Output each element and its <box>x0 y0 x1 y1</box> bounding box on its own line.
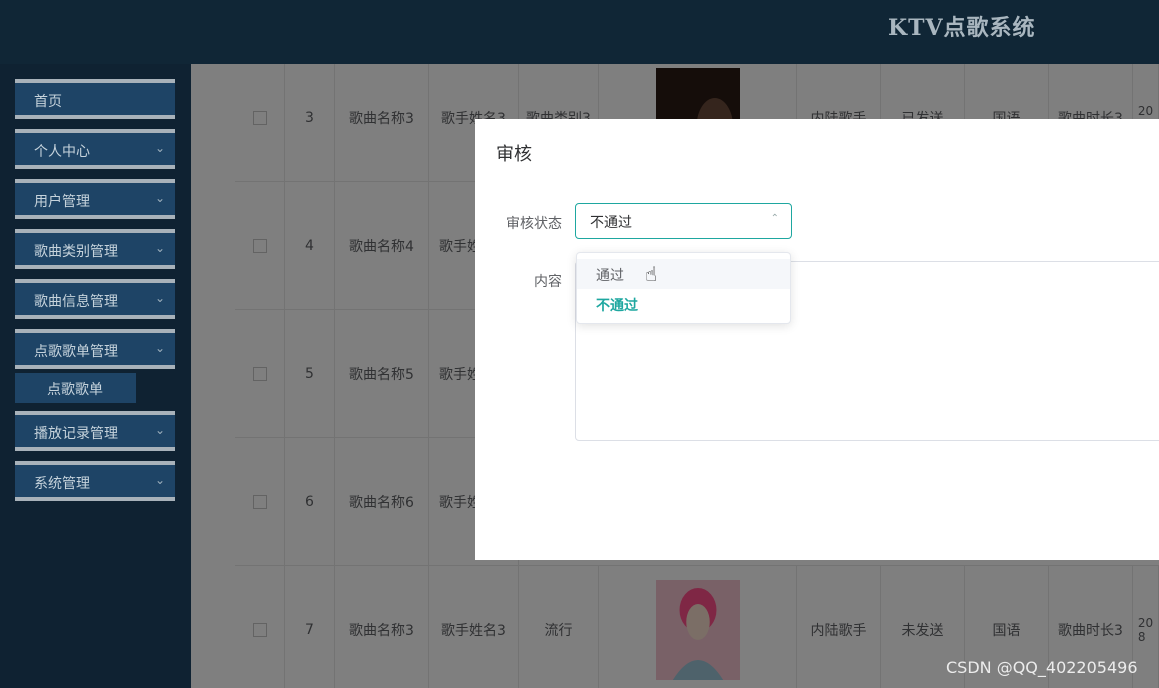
chevron-down-icon: ⌄ <box>154 141 165 155</box>
sidebar-item-label: 系统管理 <box>34 476 90 492</box>
option-fail[interactable]: 不通过 <box>577 289 790 319</box>
sidebar-item-system-management[interactable]: 系统管理 ⌄ <box>15 461 175 501</box>
option-label: 不通过 <box>596 298 638 314</box>
content-label: 内容 <box>534 274 562 290</box>
app-title: KTV点歌系统 <box>888 15 1036 41</box>
sidebar-subitem-playlist[interactable]: 点歌歌单 <box>15 373 136 403</box>
sidebar-item-personal-center[interactable]: 个人中心 ⌄ <box>15 129 175 169</box>
chevron-down-icon: ⌄ <box>154 191 165 205</box>
status-dropdown: 通过 不通过 <box>576 252 791 324</box>
dialog-title: 审核 <box>496 144 532 165</box>
sidebar-item-label: 用户管理 <box>34 194 90 210</box>
option-pass[interactable]: 通过 <box>577 259 790 289</box>
sidebar-item-label: 点歌歌单管理 <box>34 344 118 360</box>
hand-cursor-icon: ☝ <box>645 262 658 286</box>
sidebar-subitem-label: 点歌歌单 <box>47 382 103 398</box>
review-status-select[interactable]: 不通过 ⌃ <box>575 203 792 239</box>
sidebar-item-playlist-management[interactable]: 点歌歌单管理 ⌄ <box>15 329 175 369</box>
sidebar-item-label: 歌曲类别管理 <box>34 244 118 260</box>
sidebar-item-user-management[interactable]: 用户管理 ⌄ <box>15 179 175 219</box>
sidebar-item-label: 播放记录管理 <box>34 426 118 442</box>
sidebar-item-label: 个人中心 <box>34 144 90 160</box>
chevron-down-icon: ⌄ <box>154 241 165 255</box>
chevron-down-icon: ⌄ <box>154 473 165 487</box>
sidebar-item-play-history-management[interactable]: 播放记录管理 ⌄ <box>15 411 175 451</box>
sidebar-item-song-info-management[interactable]: 歌曲信息管理 ⌄ <box>15 279 175 319</box>
review-status-label: 审核状态 <box>506 216 562 232</box>
chevron-down-icon: ⌄ <box>154 423 165 437</box>
sidebar-item-song-category-management[interactable]: 歌曲类别管理 ⌄ <box>15 229 175 269</box>
chevron-up-icon: ⌃ <box>770 213 779 224</box>
review-dialog: 审核 审核状态 不通过 ⌃ 内容 <box>475 119 1159 560</box>
chevron-down-icon: ⌄ <box>154 291 165 305</box>
option-label: 通过 <box>596 268 624 284</box>
chevron-down-icon: ⌄ <box>154 341 165 355</box>
sidebar-item-label: 首页 <box>34 94 62 110</box>
select-value: 不通过 <box>590 215 632 231</box>
sidebar-item-label: 歌曲信息管理 <box>34 294 118 310</box>
sidebar-item-home[interactable]: 首页 <box>15 79 175 119</box>
sidebar: 首页 个人中心 ⌄ 用户管理 ⌄ 歌曲类别管理 ⌄ 歌曲信息管理 ⌄ 点歌歌单管… <box>0 64 191 688</box>
top-header: KTV点歌系统 <box>0 0 1159 64</box>
watermark: CSDN @QQ_402205496 <box>946 658 1138 677</box>
